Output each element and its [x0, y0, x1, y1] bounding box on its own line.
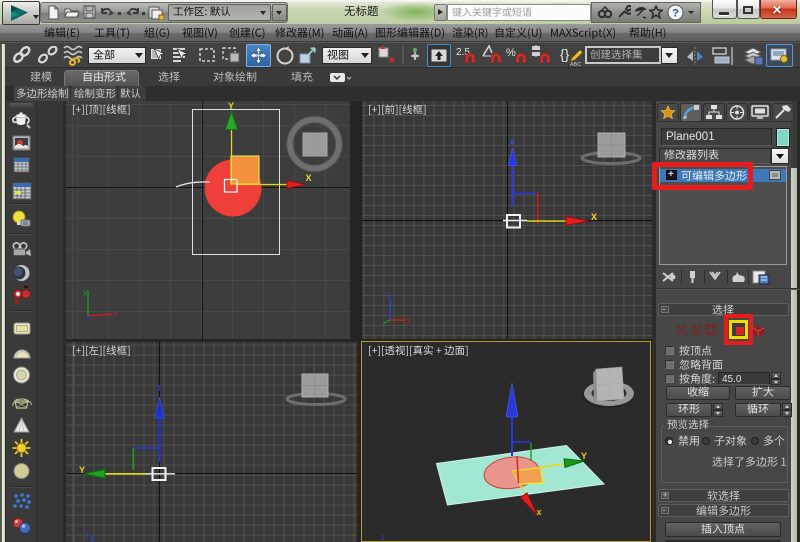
svg-text:z: z	[381, 533, 385, 542]
svg-text:?: ?	[672, 8, 679, 20]
svg-text:y: y	[83, 288, 87, 297]
svg-text:z: z	[386, 290, 390, 299]
svg-text:x: x	[113, 309, 117, 318]
svg-text:x: x	[407, 316, 411, 325]
svg-text:ABC: ABC	[570, 62, 581, 68]
svg-text:{}: {}	[560, 46, 570, 62]
svg-text:z: z	[85, 530, 89, 539]
svg-text:%: %	[506, 47, 516, 59]
